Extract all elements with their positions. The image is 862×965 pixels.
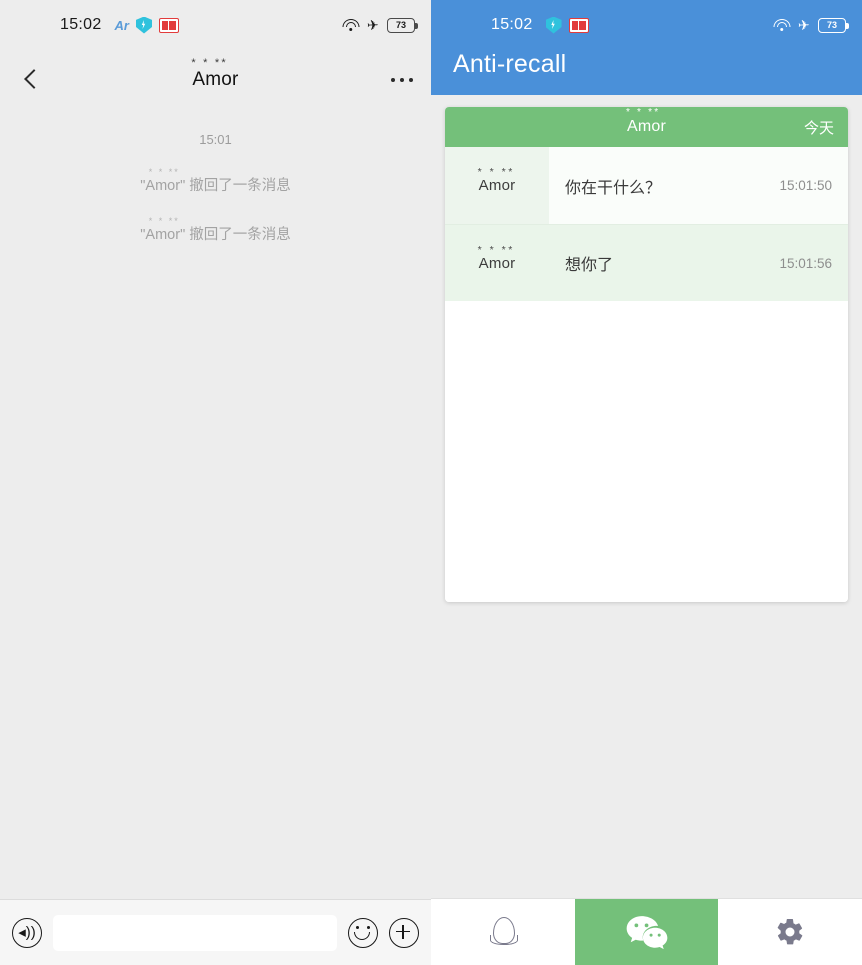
gear-icon — [777, 918, 803, 945]
anti-recall-content: * * ** Amor 今天 * * ** Amor 你在干什么？ 15:01:… — [431, 95, 862, 898]
bottom-navigation-bar — [431, 898, 862, 965]
battery-icon: 73 — [387, 17, 418, 33]
battery-level: 73 — [395, 19, 406, 30]
nickname-stars: * * ** — [148, 167, 180, 177]
anti-recall-screen: 15:02 ✈ 73 Anti-recall * * ** Amor 今天 * … — [431, 0, 862, 965]
table-row[interactable]: * * ** Amor 你在干什么？ 15:01:50 — [445, 147, 848, 224]
wechat-chat-screen: 15:02 Ar ✈ 73 * * ** Amor 15:01 " * * **… — [0, 0, 431, 965]
more-options-icon[interactable] — [390, 77, 413, 83]
plus-icon[interactable] — [389, 917, 419, 948]
airplane-mode-icon: ✈ — [797, 16, 811, 34]
nav-item-qq[interactable] — [431, 899, 575, 965]
nav-item-wechat[interactable] — [574, 899, 719, 965]
status-bar-left-icons: Ar — [114, 16, 179, 34]
system-message-nickname: * * ** Amor — [145, 168, 181, 196]
message-input[interactable] — [53, 914, 337, 951]
battery-icon: 73 — [818, 17, 849, 33]
nickname-stars: * * ** — [625, 107, 661, 118]
card-header-title: * * ** Amor — [445, 108, 848, 136]
chat-title: * * ** Amor — [0, 50, 431, 110]
nickname-text: Amor — [192, 69, 239, 90]
emoji-icon[interactable] — [348, 917, 378, 948]
ar-icon: Ar — [114, 17, 129, 33]
wifi-icon — [342, 18, 360, 32]
message-time: 15:01:50 — [779, 178, 832, 193]
shield-icon — [545, 16, 562, 34]
emoji-face-glyph — [349, 919, 377, 947]
message-sender-cell: * * ** Amor — [445, 147, 549, 224]
quote-close: " — [180, 226, 186, 243]
dual-screenshot-container: 15:02 Ar ✈ 73 * * ** Amor 15:01 " * * **… — [0, 0, 862, 965]
status-bar-left: 15:02 Ar ✈ 73 — [0, 0, 431, 50]
system-message-text: 撤回了一条消息 — [189, 178, 291, 194]
card-empty-area — [445, 301, 848, 602]
chat-input-bar: ◂)) — [0, 899, 431, 965]
table-row[interactable]: * * ** Amor 想你了 15:01:56 — [445, 224, 848, 301]
plus-glyph — [390, 919, 418, 947]
qq-penguin-icon — [489, 917, 518, 947]
status-bar-time: 15:02 — [491, 16, 533, 33]
message-sender-cell: * * ** Amor — [445, 225, 549, 301]
voice-input-icon[interactable]: ◂)) — [12, 917, 42, 948]
nickname-text: Amor — [145, 226, 181, 243]
contact-nickname: * * ** Amor — [191, 58, 239, 91]
system-message-nickname: * * ** Amor — [145, 216, 181, 245]
nav-item-settings[interactable] — [718, 899, 862, 965]
status-bar-time: 15:02 — [60, 16, 102, 33]
chat-navbar: * * ** Amor — [0, 50, 431, 110]
status-bar-right: 15:02 ✈ 73 — [431, 0, 862, 50]
wechat-icon — [626, 916, 667, 950]
system-message-text: 撤回了一条消息 — [189, 226, 291, 243]
message-text: 想你了 — [565, 257, 614, 274]
nickname-text: Amor — [626, 118, 667, 135]
status-bar-right-icons: ✈ 73 — [342, 16, 418, 34]
nickname-stars: * * ** — [148, 215, 180, 226]
status-bar-right-icons: ✈ 73 — [773, 16, 849, 34]
sender-nickname: * * ** Amor — [478, 244, 516, 272]
message-time: 15:01:56 — [779, 255, 832, 271]
wifi-icon — [773, 18, 791, 32]
shield-icon — [136, 16, 152, 34]
battery-level: 73 — [826, 19, 837, 30]
message-text: 你在干什么？ — [565, 179, 662, 197]
system-message: " * * ** Amor" 撤回了一条消息 — [0, 216, 431, 245]
red-badge-icon — [159, 17, 179, 33]
sender-nickname: * * ** Amor — [478, 167, 516, 194]
recalled-messages-card: * * ** Amor 今天 * * ** Amor 你在干什么？ 15:01:… — [445, 107, 848, 602]
day-label: 今天 — [803, 119, 834, 137]
red-badge-icon — [568, 17, 589, 33]
nickname-stars: * * ** — [477, 243, 515, 256]
voice-glyph: ◂)) — [18, 924, 36, 941]
app-header: 15:02 ✈ 73 Anti-recall — [431, 0, 862, 95]
nickname-text: Amor — [478, 254, 516, 272]
nickname-stars: * * ** — [477, 166, 515, 178]
chat-timestamp: 15:01 — [199, 132, 232, 147]
page-title: Anti-recall — [453, 50, 567, 78]
nickname-stars: * * ** — [191, 57, 228, 69]
airplane-mode-icon: ✈ — [366, 16, 380, 34]
status-bar-left-icons — [545, 16, 589, 34]
nickname-text: Amor — [145, 178, 181, 194]
chat-message-list: 15:01 " * * ** Amor" 撤回了一条消息 " * * ** Amor" … — [0, 110, 431, 899]
quote-close: " — [180, 178, 186, 194]
system-message: " * * ** Amor" 撤回了一条消息 — [0, 168, 431, 196]
contact-nickname: * * ** Amor — [626, 108, 667, 136]
nickname-text: Amor — [478, 177, 516, 194]
back-icon[interactable] — [18, 67, 44, 93]
card-header: * * ** Amor 今天 — [445, 107, 848, 147]
